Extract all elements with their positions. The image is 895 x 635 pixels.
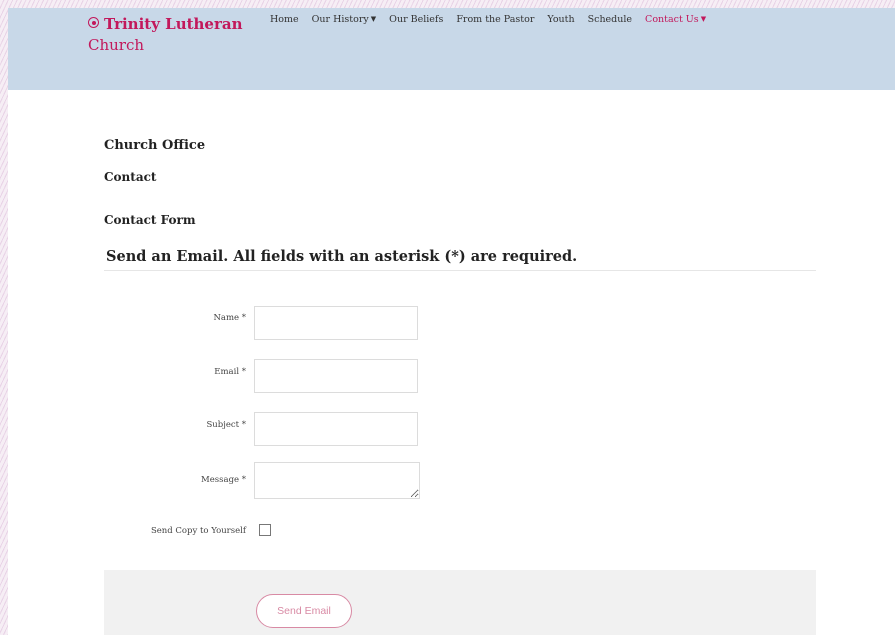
chevron-down-icon: ▼ (700, 15, 707, 23)
form-actions (104, 570, 816, 635)
nav-label-from-the-pastor: From the Pastor (456, 14, 535, 25)
chevron-down-icon: ▼ (370, 15, 377, 23)
nav-item-from-the-pastor[interactable]: From the Pastor (456, 14, 534, 25)
form-heading: Send an Email. All fields with an asteri… (106, 248, 578, 265)
send-email-button[interactable]: Send Email (256, 594, 352, 628)
page-subtitle: Contact (104, 170, 157, 184)
nav-item-contact-us[interactable]: Contact Us ▼ (645, 14, 706, 25)
brand-line2: Church (88, 36, 145, 54)
site-logo[interactable]: Trinity Lutheran Church (88, 14, 258, 56)
church-icon (88, 17, 99, 28)
email-field[interactable] (254, 359, 418, 393)
subject-label: Subject * (206, 420, 246, 430)
nav-label-our-history: Our History (311, 14, 369, 25)
subject-field[interactable] (254, 412, 418, 446)
nav-item-home[interactable]: Home (270, 14, 299, 25)
nav-label-youth: Youth (547, 14, 575, 25)
heading-divider (104, 270, 816, 271)
message-label: Message * (201, 475, 246, 485)
site-header: Trinity Lutheran Church Home Our History… (8, 8, 895, 90)
send-copy-checkbox[interactable] (259, 524, 271, 536)
page-title: Church Office (104, 138, 206, 153)
nav-label-our-beliefs: Our Beliefs (389, 14, 444, 25)
nav-item-our-history[interactable]: Our History ▼ (312, 14, 377, 25)
nav-label-home: Home (270, 14, 299, 25)
message-field[interactable] (254, 462, 420, 499)
nav-label-contact-us: Contact Us (645, 14, 699, 25)
nav-label-schedule: Schedule (587, 14, 633, 25)
send-copy-label: Send Copy to Yourself (150, 526, 246, 536)
name-label: Name * (213, 313, 246, 323)
brand-line1: Trinity Lutheran (104, 15, 243, 33)
name-field[interactable] (254, 306, 418, 340)
page: Trinity Lutheran Church Home Our History… (8, 8, 895, 635)
main-nav: Home Our History ▼ Our Beliefs From the P… (270, 14, 706, 25)
nav-item-youth[interactable]: Youth (547, 14, 574, 25)
email-label: Email * (214, 367, 246, 377)
nav-item-schedule[interactable]: Schedule (588, 14, 632, 25)
nav-item-our-beliefs[interactable]: Our Beliefs (389, 14, 443, 25)
form-title: Contact Form (104, 213, 196, 227)
